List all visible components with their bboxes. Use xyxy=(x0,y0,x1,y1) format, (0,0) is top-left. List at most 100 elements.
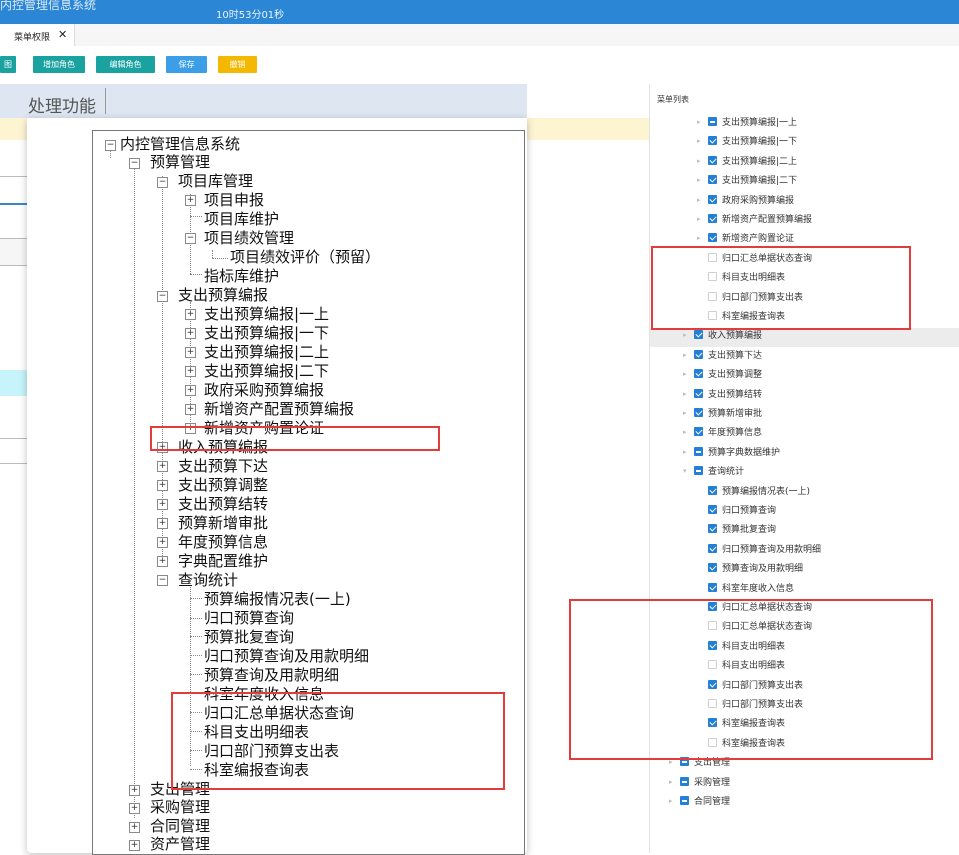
menu-list-item[interactable]: 预算批复查询 xyxy=(0,521,959,540)
caret-right-icon[interactable]: ▸ xyxy=(683,409,687,417)
checkbox-partial-icon[interactable] xyxy=(680,777,689,786)
checkbox-checked-icon[interactable] xyxy=(708,175,717,184)
checkbox-checked-icon[interactable] xyxy=(694,389,703,398)
checkbox-partial-icon[interactable] xyxy=(708,117,717,126)
close-icon[interactable]: ✕ xyxy=(58,28,67,41)
checkbox-checked-icon[interactable] xyxy=(694,427,703,436)
menu-list-item-label: 科室年度收入信息 xyxy=(722,584,795,594)
menu-list-item-label: 合同管理 xyxy=(694,797,731,807)
caret-right-icon[interactable]: ▸ xyxy=(669,797,673,805)
revoke-button[interactable]: 撤销 xyxy=(218,56,257,73)
menu-list-item-label: 支出预算下达 xyxy=(708,351,763,361)
tab-bar: 菜单权限 ✕ xyxy=(0,24,959,47)
caret-right-icon[interactable]: ▸ xyxy=(697,234,701,242)
caret-right-icon[interactable]: ▸ xyxy=(697,196,701,204)
checkbox-checked-icon[interactable] xyxy=(708,214,717,223)
checkbox-partial-icon[interactable] xyxy=(680,796,689,805)
checkbox-partial-icon[interactable] xyxy=(694,447,703,456)
menu-list-item[interactable]: ▸ 预算字典数据维护 xyxy=(0,444,959,463)
caret-right-icon[interactable]: ▸ xyxy=(683,370,687,378)
checkbox-checked-icon[interactable] xyxy=(708,156,717,165)
menu-list-title: 菜单列表 xyxy=(657,95,689,104)
menu-list-item-label: 归口预算查询及用款明细 xyxy=(722,545,822,555)
checkbox-checked-icon[interactable] xyxy=(694,369,703,378)
menu-list-item[interactable]: ▸ 政府采购预算编报 xyxy=(0,192,959,211)
menu-list-item[interactable]: ▸ 年度预算信息 xyxy=(0,424,959,443)
tree-node-asset-mgmt[interactable]: 资产管理 xyxy=(150,836,210,853)
menu-list-item-label: 支出预算编报|二下 xyxy=(722,176,798,186)
caret-right-icon[interactable]: ▸ xyxy=(683,351,687,359)
menu-list-item[interactable]: ▾ 查询统计 xyxy=(0,463,959,482)
menu-list-item-label: 采购管理 xyxy=(694,778,731,788)
caret-right-icon[interactable]: ▸ xyxy=(697,176,701,184)
expand-icon[interactable]: + xyxy=(129,822,140,833)
menu-list-item[interactable]: 预算查询及用款明细 xyxy=(0,560,959,579)
caret-right-icon[interactable]: ▸ xyxy=(697,137,701,145)
header-divider xyxy=(105,88,106,114)
menu-list-item-label: 支出预算编报|一上 xyxy=(722,118,798,128)
menu-list-item[interactable]: 归口预算查询及用款明细 xyxy=(0,541,959,560)
tree-node-contract-mgmt[interactable]: 合同管理 xyxy=(150,818,210,835)
menu-list-item-label: 新增资产购置论证 xyxy=(722,234,795,244)
caret-right-icon[interactable]: ▸ xyxy=(697,157,701,165)
menu-list-item[interactable]: ▸ 采购管理 xyxy=(0,774,959,793)
caret-right-icon[interactable]: ▸ xyxy=(697,215,701,223)
menu-list-item[interactable]: ▸ 支出预算编报|二上 xyxy=(0,153,959,172)
checkbox-checked-icon[interactable] xyxy=(708,524,717,533)
checkbox-partial-icon[interactable] xyxy=(694,466,703,475)
checkbox-checked-icon[interactable] xyxy=(708,136,717,145)
menu-list-item-label: 归口预算查询 xyxy=(722,506,777,516)
menu-list-item-label: 支出预算结转 xyxy=(708,390,763,400)
menu-list-item-label: 查询统计 xyxy=(708,467,745,477)
caret-right-icon[interactable]: ▸ xyxy=(683,331,687,339)
menu-list-item-label: 预算批复查询 xyxy=(722,525,777,535)
checkbox-checked-icon[interactable] xyxy=(708,195,717,204)
menu-list-item-label: 新增资产配置预算编报 xyxy=(722,215,813,225)
expand-icon[interactable]: + xyxy=(129,840,140,851)
caret-right-icon[interactable]: ▸ xyxy=(697,118,701,126)
checkbox-checked-icon[interactable] xyxy=(708,505,717,514)
menu-list-item[interactable]: 归口预算查询 xyxy=(0,502,959,521)
checkbox-checked-icon[interactable] xyxy=(708,563,717,572)
menu-list-item-label: 预算查询及用款明细 xyxy=(722,564,804,574)
menu-list-item[interactable]: ▸ 支出预算编报|一下 xyxy=(0,133,959,152)
caret-right-icon[interactable]: ▸ xyxy=(683,448,687,456)
menu-list-item[interactable]: ▸ 预算新增审批 xyxy=(0,405,959,424)
checkbox-checked-icon[interactable] xyxy=(708,233,717,242)
checkbox-checked-icon[interactable] xyxy=(694,330,703,339)
add-role-button[interactable]: 增加角色 xyxy=(33,56,85,73)
checkbox-checked-icon[interactable] xyxy=(694,350,703,359)
tab-menu-permissions[interactable]: 菜单权限 ✕ xyxy=(0,24,75,46)
tab-label: 菜单权限 xyxy=(14,33,51,43)
save-button[interactable]: 保存 xyxy=(166,56,207,73)
menu-list-item[interactable]: 科室年度收入信息 xyxy=(0,580,959,599)
caret-right-icon[interactable]: ▸ xyxy=(683,390,687,398)
menu-list-item[interactable]: ▸ 支出预算调整 xyxy=(0,366,959,385)
menu-list-item[interactable]: ▸ 支出预算编报|二下 xyxy=(0,172,959,191)
checkbox-checked-icon[interactable] xyxy=(694,408,703,417)
system-title: 内控管理信息系统 xyxy=(0,0,97,12)
checkbox-checked-icon[interactable] xyxy=(708,486,717,495)
menu-list-item[interactable]: ▸ 支出预算结转 xyxy=(0,386,959,405)
menu-list-item-label: 支出预算调整 xyxy=(708,370,763,380)
partial-button[interactable]: 图 xyxy=(0,56,16,73)
highlight-box xyxy=(651,246,911,330)
menu-list-item[interactable]: ▸ 支出预算编报|一上 xyxy=(0,114,959,133)
caret-down-icon[interactable]: ▾ xyxy=(683,467,687,475)
menu-list-item[interactable]: 预算编报情况表(一上) xyxy=(0,483,959,502)
menu-list-item[interactable]: ▸ 合同管理 xyxy=(0,793,959,812)
left-header xyxy=(0,84,27,118)
caret-right-icon[interactable]: ▸ xyxy=(683,428,687,436)
edit-role-button[interactable]: 编辑角色 xyxy=(96,56,155,73)
menu-list-item-label: 支出预算编报|二上 xyxy=(722,157,798,167)
highlight-box xyxy=(569,599,933,760)
checkbox-checked-icon[interactable] xyxy=(708,544,717,553)
menu-list-item-label: 预算编报情况表(一上) xyxy=(722,487,811,497)
toolbar: 图 增加角色 编辑角色 保存 撤销 xyxy=(0,46,959,82)
menu-list-item[interactable]: ▸ 新增资产配置预算编报 xyxy=(0,211,959,230)
menu-list-item[interactable]: ▸ 支出预算下达 xyxy=(0,347,959,366)
menu-list-item-label: 政府采购预算编报 xyxy=(722,196,795,206)
checkbox-checked-icon[interactable] xyxy=(708,583,717,592)
menu-list-item-label: 支出预算编报|一下 xyxy=(722,137,798,147)
caret-right-icon[interactable]: ▸ xyxy=(669,778,673,786)
